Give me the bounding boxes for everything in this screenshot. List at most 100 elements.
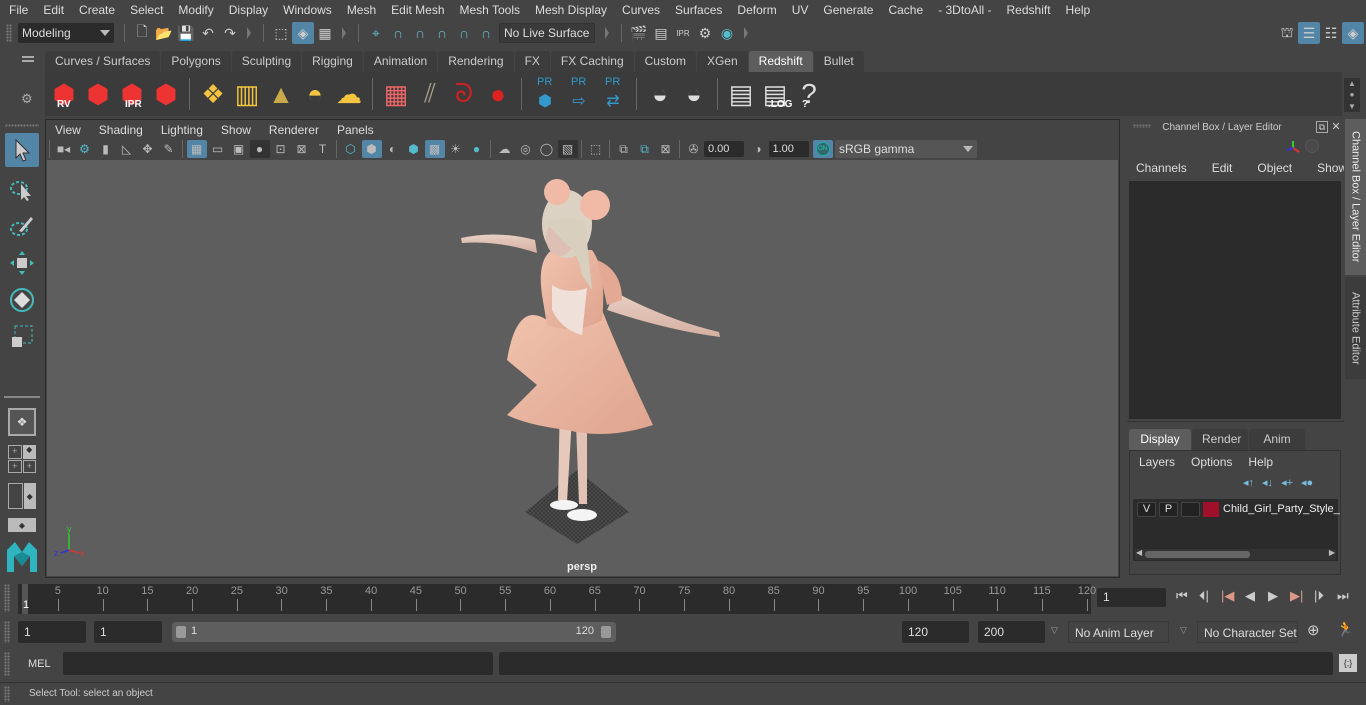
command-input[interactable] — [63, 652, 493, 675]
color-management-toggle[interactable]: ON — [812, 140, 833, 158]
step-forward-key-icon[interactable]: ▶| — [1290, 588, 1303, 604]
select-hierarchy-icon[interactable]: ⬚ — [270, 22, 292, 44]
3d-viewport[interactable]: persp y x z — [47, 160, 1118, 576]
render-frame-icon[interactable]: ▤ — [650, 22, 672, 44]
new-scene-icon[interactable]: 🗋 — [131, 22, 153, 44]
grip-handle[interactable] — [4, 652, 10, 676]
layer-horizontal-scrollbar[interactable]: ◀ ▶ — [1135, 548, 1336, 560]
viewport-menu-panels[interactable]: Panels — [328, 123, 383, 137]
redshift-dome-light-button[interactable]: ◓ — [298, 76, 332, 112]
current-frame-field[interactable]: 1 — [1097, 588, 1166, 607]
help-button[interactable]: ?? — [792, 76, 826, 112]
save-scene-icon[interactable]: 💾 — [175, 22, 197, 44]
scroll-up-icon[interactable]: ▲ — [1348, 79, 1356, 88]
textured-icon[interactable]: ▩ — [424, 140, 445, 158]
persp-graph-layout-icon[interactable]: ◆ — [8, 518, 36, 532]
collapse-arrow[interactable] — [342, 27, 346, 39]
viewport-menu-show[interactable]: Show — [212, 123, 260, 137]
viewport-menu-lighting[interactable]: Lighting — [152, 123, 212, 137]
tab-rendering[interactable]: Rendering — [438, 51, 514, 72]
use-all-lights-icon[interactable]: ☀ — [446, 140, 466, 158]
range-end-handle[interactable] — [601, 626, 611, 638]
script-language-toggle[interactable]: MEL — [28, 658, 51, 670]
outliner-persp-layout-icon[interactable]: ◆ — [8, 483, 36, 509]
gamma-icon[interactable]: ◑ — [748, 140, 768, 158]
open-scene-icon[interactable]: 📂 — [153, 22, 175, 44]
move-layer-up-icon[interactable]: ◂↑ — [1243, 476, 1254, 489]
scroll-thumb[interactable] — [1145, 551, 1250, 558]
menu-surfaces[interactable]: Surfaces — [667, 3, 729, 17]
scale-tool[interactable] — [5, 319, 39, 353]
render-settings-icon[interactable]: ⚙ — [694, 22, 716, 44]
redshift-material-ball-button[interactable]: ● — [481, 76, 515, 112]
channel-box-toggle-icon[interactable]: ◈ — [1342, 22, 1364, 44]
grip-handle[interactable] — [6, 24, 12, 42]
menu-file[interactable]: File — [0, 3, 35, 17]
layer-color-swatch[interactable] — [1203, 501, 1219, 517]
menu-generate[interactable]: Generate — [815, 3, 880, 17]
undo-icon[interactable]: ↶ — [197, 22, 219, 44]
proxy-import-button[interactable]: ⇨ PR — [562, 76, 596, 112]
character-set-dropdown[interactable]: No Character Set — [1197, 621, 1298, 643]
channel-box-menu-channels[interactable]: Channels — [1121, 161, 1197, 177]
scene-start-field[interactable]: 1 — [18, 621, 86, 643]
go-to-start-icon[interactable]: ⏮ — [1176, 588, 1188, 604]
safe-action-icon[interactable]: ⊠ — [292, 140, 312, 158]
tab-fx[interactable]: FX — [514, 51, 550, 72]
playback-start-field[interactable]: 1 — [94, 621, 162, 643]
baking-single-button[interactable]: ◒ — [677, 76, 711, 112]
anim-layer-dropdown[interactable]: No Anim Layer — [1068, 621, 1169, 643]
attribute-editor-toggle-icon[interactable]: ☰ — [1298, 22, 1320, 44]
tab-curves-surfaces[interactable]: Curves / Surfaces — [45, 51, 161, 72]
proxy-export-button[interactable]: ⬢ PR — [528, 76, 562, 112]
viewport-menu-shading[interactable]: Shading — [90, 123, 152, 137]
layer-menu-options[interactable]: Options — [1182, 455, 1239, 469]
menu-help[interactable]: Help — [1058, 3, 1098, 17]
menu-3dtoall[interactable]: - 3DtoAll - — [930, 3, 998, 17]
xray-active-icon[interactable]: ⊠ — [656, 140, 676, 158]
ipr-render-icon[interactable]: IPR — [672, 22, 694, 44]
tab-bullet[interactable]: Bullet — [813, 51, 864, 72]
redshift-volume-button[interactable]: ▦ — [379, 76, 413, 112]
tab-attribute-editor[interactable]: Attribute Editor — [1345, 277, 1366, 379]
redo-icon[interactable]: ↷ — [219, 22, 241, 44]
menu-mesh-display[interactable]: Mesh Display — [527, 3, 614, 17]
shelf-settings-icon[interactable]: ⚙ — [21, 91, 33, 107]
close-icon[interactable]: ✕ — [1330, 121, 1342, 133]
layer-menu-help[interactable]: Help — [1239, 455, 1280, 469]
layer-tab-render[interactable]: Render — [1192, 429, 1248, 450]
resolution-gate-icon[interactable]: ▣ — [229, 140, 249, 158]
move-layer-down-icon[interactable]: ◂↓ — [1262, 476, 1273, 489]
layer-visibility-toggle[interactable]: V — [1137, 501, 1156, 517]
exposure-icon[interactable]: ✇ — [684, 140, 704, 158]
grease-pencil-icon[interactable]: ✎ — [159, 140, 179, 158]
step-forward-frame-icon[interactable]: |⏵ — [1314, 588, 1324, 604]
range-start-handle[interactable] — [176, 626, 186, 638]
manipulator-axes-icon[interactable] — [1285, 139, 1301, 155]
field-chart-icon[interactable]: ⊡ — [271, 140, 291, 158]
snap-surface-icon[interactable]: ∩ — [453, 22, 475, 44]
menu-edit-mesh[interactable]: Edit Mesh — [383, 3, 451, 17]
shelf-scrollbar[interactable]: ▲ ● ▼ — [1344, 78, 1360, 112]
tool-settings-icon[interactable]: ☷ — [1320, 22, 1342, 44]
smooth-shade-icon[interactable]: ⬢ — [361, 140, 382, 158]
menu-mesh[interactable]: Mesh — [339, 3, 383, 17]
go-to-end-icon[interactable]: ⏭ — [1337, 588, 1349, 604]
wireframe-icon[interactable]: ⬡ — [341, 140, 361, 158]
timeline-track[interactable]: 1 5 10 15 20 25 30 35 40 45 50 55 60 65 70 75 80 85 90 95 1… — [18, 584, 1096, 614]
layer-playback-toggle[interactable]: P — [1159, 501, 1178, 517]
scroll-left-icon[interactable]: ◀ — [1136, 548, 1142, 557]
modeling-toolkit-icon[interactable]: ⛫ — [1276, 22, 1298, 44]
snap-grid-icon[interactable]: ⌖ — [365, 22, 387, 44]
menu-windows[interactable]: Windows — [275, 3, 339, 17]
redshift-settings-button[interactable]: ⬢ — [149, 76, 183, 112]
move-tool[interactable] — [5, 246, 39, 280]
scene-end-field[interactable]: 200 — [978, 621, 1045, 643]
layer-reference-toggle[interactable] — [1181, 501, 1200, 517]
redshift-render-view-button[interactable]: ⬢ RV — [47, 76, 81, 112]
scroll-down-icon[interactable]: ▼ — [1348, 102, 1356, 111]
redshift-ipr-button[interactable]: ⬢ IPR — [115, 76, 149, 112]
redshift-sun-sky-button[interactable]: ☁ — [332, 76, 366, 112]
redshift-curve-button[interactable]: ᘐ — [447, 76, 481, 112]
motion-blur-icon[interactable]: ◎ — [516, 140, 536, 158]
